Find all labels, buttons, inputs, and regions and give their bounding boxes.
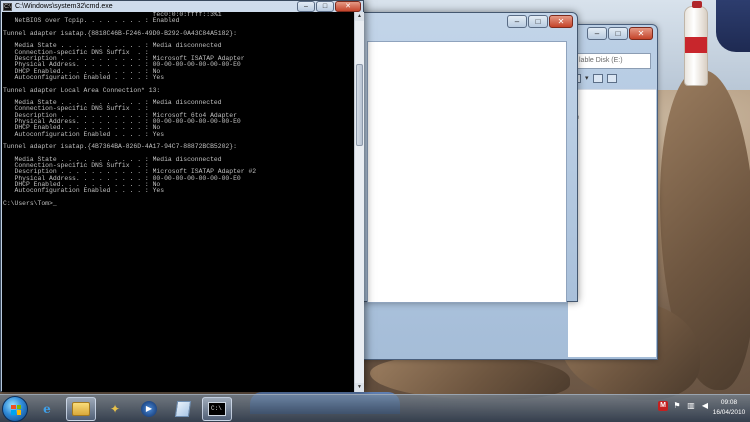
cmd-icon: C:\: [3, 2, 12, 11]
taskbar-item-page[interactable]: [168, 397, 198, 421]
window-controls: – □ ✕: [587, 27, 653, 40]
scroll-down-arrow[interactable]: ▼: [355, 383, 364, 392]
taskbar: e ✦ ▶ C:\ M ⚑ ▥ ◀ 09:08 16/04/2010: [0, 394, 750, 422]
tool-icon: ✦: [109, 401, 121, 416]
tray-m-icon[interactable]: M: [658, 401, 668, 411]
file-list[interactable]: ze: [568, 89, 656, 357]
close-button[interactable]: ✕: [335, 1, 361, 12]
maximize-button[interactable]: □: [608, 27, 628, 40]
taskbar-item-cmd[interactable]: C:\: [202, 396, 232, 421]
windows-logo-icon: [11, 404, 21, 415]
page-icon: [174, 400, 192, 417]
cmd-icon: C:\: [208, 401, 226, 416]
wallpaper-person: [716, 0, 750, 52]
console-output[interactable]: fec0:0:0:ffff::3%1 NetBIOS over Tcpip. .…: [2, 12, 354, 392]
taskbar-item-media-player[interactable]: ▶: [134, 397, 164, 421]
close-button[interactable]: ✕: [629, 27, 653, 40]
taskbar-clock[interactable]: 09:08 16/04/2010: [710, 398, 748, 418]
media-player-icon: ▶: [141, 400, 157, 417]
cmd-window[interactable]: C:\ C:\Windows\system32\cmd.exe – □ ✕ fe…: [0, 0, 364, 392]
window-content[interactable]: [367, 41, 567, 303]
clock-date: 16/04/2010: [712, 409, 746, 416]
vertical-scrollbar[interactable]: ▲ ▼: [354, 12, 364, 392]
flag-icon[interactable]: ⚑: [672, 401, 682, 411]
minimize-button[interactable]: –: [587, 27, 607, 40]
scroll-thumb[interactable]: [356, 64, 363, 146]
taskbar-item-tool[interactable]: ✦: [100, 397, 130, 421]
folder-icon: [72, 401, 90, 416]
wallpaper-bottle: [684, 1, 708, 86]
close-button[interactable]: ✕: [549, 15, 573, 28]
clock-time: 09:08: [720, 399, 738, 406]
window-title: C:\Windows\system32\cmd.exe: [15, 3, 113, 10]
minimize-button[interactable]: –: [507, 15, 527, 28]
preview-pane-icon[interactable]: [592, 73, 603, 83]
chevron-down-icon[interactable]: ▾: [585, 74, 589, 82]
help-icon[interactable]: [606, 73, 617, 83]
taskbar-item-explorer[interactable]: [66, 396, 96, 421]
explorer-window-front[interactable]: – □ ✕: [352, 12, 578, 303]
window-controls: – □ ✕: [507, 15, 573, 28]
network-icon[interactable]: ▥: [686, 401, 696, 411]
ie-icon: e: [43, 401, 51, 416]
volume-icon[interactable]: ◀: [700, 401, 710, 411]
scroll-up-arrow[interactable]: ▲: [355, 12, 364, 21]
cmd-titlebar[interactable]: C:\ C:\Windows\system32\cmd.exe – □ ✕: [1, 1, 363, 12]
start-button[interactable]: [2, 395, 28, 422]
maximize-button[interactable]: □: [316, 1, 334, 12]
maximize-button[interactable]: □: [528, 15, 548, 28]
console-line: C:\Users\Tom>_: [3, 199, 57, 207]
taskbar-item-ie[interactable]: e: [32, 397, 62, 421]
address-bar[interactable]: lable Disk (E:): [575, 53, 651, 69]
minimize-button[interactable]: –: [297, 1, 315, 12]
window-controls: – □ ✕: [297, 1, 361, 12]
system-tray: M ⚑ ▥ ◀: [658, 401, 710, 411]
